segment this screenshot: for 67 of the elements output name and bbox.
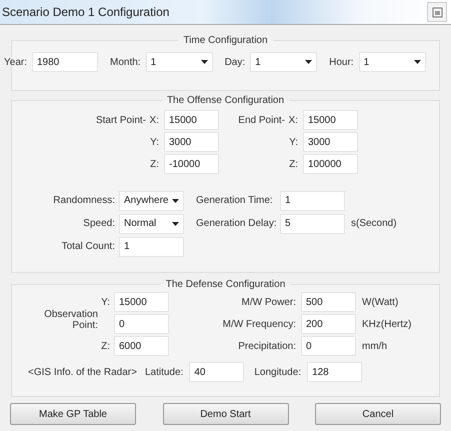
input-field[interactable]: 15000 (114, 292, 169, 312)
field-label: Speed: (82, 218, 116, 229)
push-button[interactable]: Demo Start (162, 403, 288, 425)
field-label: End Point- (237, 114, 285, 126)
section-label: <GIS Info. of the Radar> (28, 366, 137, 378)
unit-label: mm/h (362, 340, 388, 352)
field-label: M/W Power: (240, 296, 297, 308)
input-field[interactable]: 3000 (164, 132, 219, 152)
field-label: Generation Time: (196, 195, 274, 206)
field-label: M/W Frequency: (222, 318, 297, 330)
field-label: Randomness: (52, 195, 116, 206)
field-label: Year: (4, 56, 27, 68)
input-field[interactable]: 0 (301, 336, 356, 356)
axis-label: X: (148, 114, 160, 126)
field-label: Longitude: (254, 366, 302, 378)
input-field[interactable]: 1 (119, 236, 184, 256)
dropdown[interactable]: 1 (146, 52, 213, 72)
window-button[interactable] (427, 2, 447, 22)
field-label: Total Count: (60, 241, 116, 252)
field-label: Generation Delay: (196, 218, 278, 229)
unit-label: KHz(Hertz) (362, 318, 412, 330)
axis-label: Y: (288, 136, 299, 148)
window-title: Scenario Demo 1 Configuration (2, 5, 170, 19)
field-label: Day: (224, 56, 246, 68)
axis-label: Y: (149, 136, 160, 148)
input-field[interactable]: 0 (114, 314, 169, 334)
input-field[interactable]: 1 (280, 190, 345, 210)
field-label: Precipitation: (237, 340, 297, 352)
input-field[interactable]: 15000 (303, 110, 358, 130)
input-field[interactable]: 200 (301, 314, 356, 334)
dropdown[interactable]: 1 (358, 52, 426, 72)
push-button[interactable]: Cancel (315, 403, 441, 425)
field-label: Observation Point: (43, 309, 98, 331)
field-label: Latitude: (144, 366, 184, 378)
dropdown[interactable]: 1 (250, 52, 318, 72)
caret-icon (172, 198, 179, 202)
dropdown[interactable]: Normal (119, 214, 184, 234)
field-label: Month: (110, 56, 141, 68)
input-field[interactable]: 5 (280, 214, 345, 234)
input-field[interactable]: 3000 (303, 132, 358, 152)
unit-label: W(Watt) (362, 296, 400, 308)
group-title: Time Configuration (182, 35, 269, 46)
axis-label: Z: (100, 340, 111, 352)
input-field[interactable]: -10000 (164, 154, 219, 174)
input-field[interactable]: 6000 (114, 336, 169, 356)
caret-icon (200, 60, 208, 64)
input-field[interactable]: 1980 (32, 52, 98, 72)
input-field[interactable]: 500 (301, 292, 356, 312)
axis-label: Z: (149, 158, 160, 170)
input-field[interactable]: 100000 (303, 154, 358, 174)
caret-icon (172, 222, 179, 226)
axis-label: Y: (100, 296, 111, 308)
push-button[interactable]: Make GP Table (10, 403, 136, 425)
caret-icon (414, 60, 421, 64)
input-field[interactable]: 128 (307, 362, 362, 382)
caret-icon (305, 60, 312, 64)
group-title: The Defense Configuration (164, 279, 286, 290)
field-label: Start Point- (94, 114, 146, 126)
input-field[interactable]: 15000 (164, 110, 219, 130)
input-field[interactable]: 40 (189, 362, 244, 382)
field-label: Hour: (329, 56, 354, 68)
axis-label: X: (288, 114, 299, 126)
axis-label: Z: (288, 158, 299, 170)
unit-label: s(Second) (351, 218, 397, 229)
window-icon (432, 6, 442, 18)
group-title: The Offense Configuration (166, 95, 286, 106)
dropdown[interactable]: Anywhere (119, 190, 184, 210)
